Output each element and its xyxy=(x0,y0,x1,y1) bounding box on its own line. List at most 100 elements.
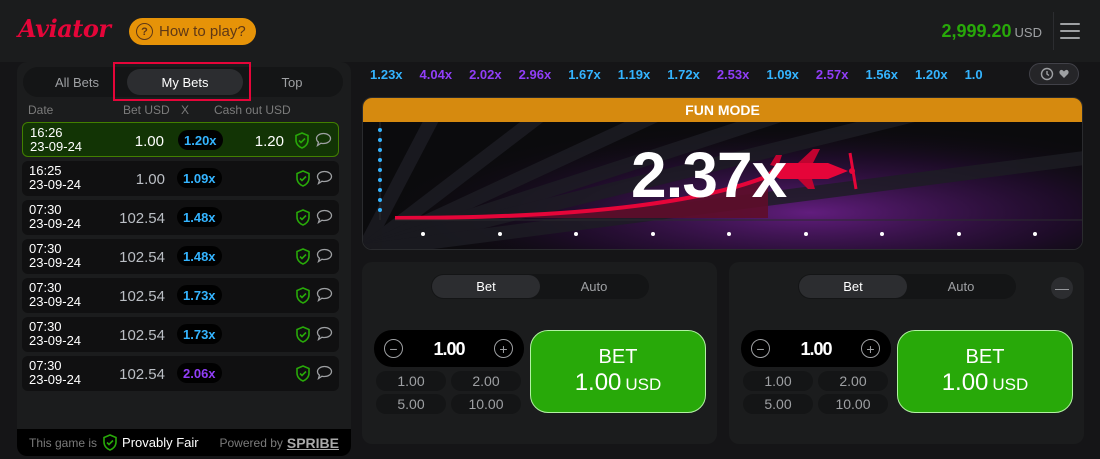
fun-mode-banner: FUN MODE xyxy=(363,98,1082,122)
shield-check-icon[interactable] xyxy=(295,209,311,226)
bet-datetime: 07:30 23-09-24 xyxy=(29,202,82,231)
history-multiplier[interactable]: 2.02x xyxy=(469,62,502,88)
col-bet: Bet USD xyxy=(123,103,170,117)
remove-panel-icon[interactable]: — xyxy=(1051,277,1073,299)
tab-bet[interactable]: Bet xyxy=(432,275,540,298)
amount-stepper: − 1.00 + xyxy=(741,330,891,367)
history-multiplier[interactable]: 1.0 xyxy=(965,62,983,88)
chat-icon[interactable] xyxy=(316,326,333,341)
multiplier-badge: 1.09x xyxy=(177,168,222,188)
game-canvas: FUN MODE 2.37x xyxy=(362,97,1083,250)
bet-datetime: 07:30 23-09-24 xyxy=(29,358,82,387)
bet-button[interactable]: BET 1.00 USD xyxy=(897,330,1073,413)
history-multiplier[interactable]: 2.96x xyxy=(519,62,552,88)
history-multiplier[interactable]: 1.72x xyxy=(667,62,700,88)
history-multiplier[interactable]: 1.20x xyxy=(915,62,948,88)
panel-footer: This game is Provably Fair Powered by SP… xyxy=(17,429,351,456)
bet-row: 07:30 23-09-24 102.54 1.48x xyxy=(22,200,339,235)
bet-datetime: 07:30 23-09-24 xyxy=(29,319,82,348)
hamburger-menu-icon[interactable] xyxy=(1060,23,1080,39)
spribe-logo[interactable]: SPRIBE xyxy=(287,435,339,451)
quick-amount-2[interactable]: 2.00 xyxy=(818,371,888,391)
bet-row: 16:26 23-09-24 1.00 1.20x 1.20 xyxy=(22,122,339,157)
bet-row: 07:30 23-09-24 102.54 1.73x xyxy=(22,317,339,352)
chat-icon[interactable] xyxy=(316,248,333,263)
tab-auto[interactable]: Auto xyxy=(907,275,1015,298)
shield-check-icon[interactable] xyxy=(295,365,311,382)
history-multiplier[interactable]: 1.67x xyxy=(568,62,601,88)
aviator-logo[interactable]: Aviator xyxy=(18,14,111,43)
bet-panel-tabs: Bet Auto xyxy=(798,274,1016,299)
tab-top[interactable]: Top xyxy=(243,69,341,95)
history-multiplier[interactable]: 2.53x xyxy=(717,62,750,88)
bet-panel-1: Bet Auto − 1.00 + 1.00 2.00 5.00 10.00 B… xyxy=(362,262,717,444)
quick-amount-1[interactable]: 1.00 xyxy=(743,371,813,391)
col-cashout: Cash out USD xyxy=(214,103,291,117)
bet-button-amount-line: 1.00 USD xyxy=(575,369,662,397)
history-toggle-button[interactable] xyxy=(1029,63,1079,85)
history-multiplier[interactable]: 1.19x xyxy=(618,62,651,88)
cashout-amount: 1.20 xyxy=(254,133,284,150)
history-multiplier[interactable]: 1.09x xyxy=(766,62,799,88)
bet-button-label: BET xyxy=(598,346,638,368)
minus-icon[interactable]: − xyxy=(751,339,770,358)
bet-row: 07:30 23-09-24 102.54 2.06x xyxy=(22,356,339,391)
shield-check-icon[interactable] xyxy=(295,287,311,304)
history-multiplier[interactable]: 1.56x xyxy=(865,62,898,88)
bet-amount-input[interactable]: 1.00 xyxy=(781,339,851,360)
balance-amount: 2,999.20 xyxy=(941,21,1012,41)
chat-icon[interactable] xyxy=(316,287,333,302)
quick-amount-1[interactable]: 1.00 xyxy=(376,371,446,391)
quick-amount-10[interactable]: 10.00 xyxy=(818,394,888,414)
bet-amount: 102.54 xyxy=(119,327,165,344)
bet-button-currency: USD xyxy=(625,375,662,394)
multiplier-badge: 1.48x xyxy=(177,246,222,266)
quick-amount-5[interactable]: 5.00 xyxy=(376,394,446,414)
chat-icon[interactable] xyxy=(316,209,333,224)
quick-amount-2[interactable]: 2.00 xyxy=(451,371,521,391)
chat-icon[interactable] xyxy=(315,132,332,147)
tab-auto[interactable]: Auto xyxy=(540,275,648,298)
shield-check-icon[interactable] xyxy=(295,326,311,343)
bet-datetime: 16:25 23-09-24 xyxy=(29,163,82,192)
bet-button-currency: USD xyxy=(992,375,1029,394)
plus-icon[interactable]: + xyxy=(861,339,880,358)
multiplier-badge: 2.06x xyxy=(177,363,222,383)
bets-list: 16:26 23-09-24 1.00 1.20x 1.20 16:25 23-09-24 1… xyxy=(22,122,339,395)
bet-button-amount-line: 1.00 USD xyxy=(942,369,1029,397)
bet-amount: 1.00 xyxy=(134,133,164,150)
bets-panel: All Bets My Bets Top Date Bet USD X Cash… xyxy=(17,62,351,456)
bet-row: 07:30 23-09-24 102.54 1.48x xyxy=(22,239,339,274)
chat-icon[interactable] xyxy=(316,365,333,380)
quick-amount-5[interactable]: 5.00 xyxy=(743,394,813,414)
bet-button-amount: 1.00 xyxy=(941,369,989,396)
provably-fair-link[interactable]: Provably Fair xyxy=(122,435,199,450)
bet-amount: 102.54 xyxy=(119,249,165,266)
bet-amount: 102.54 xyxy=(119,210,165,227)
shield-check-icon[interactable] xyxy=(295,248,311,265)
chat-icon[interactable] xyxy=(316,170,333,185)
bet-row: 16:25 23-09-24 1.00 1.09x xyxy=(22,161,339,196)
shield-check-icon[interactable] xyxy=(295,170,311,187)
amount-stepper: − 1.00 + xyxy=(374,330,524,367)
history-multiplier[interactable]: 2.57x xyxy=(816,62,849,88)
bet-amount-input[interactable]: 1.00 xyxy=(414,339,484,360)
tab-all-bets[interactable]: All Bets xyxy=(27,69,127,95)
multiplier-badge: 1.48x xyxy=(177,207,222,227)
bet-amount: 102.54 xyxy=(119,366,165,383)
history-multiplier[interactable]: 4.04x xyxy=(420,62,453,88)
plus-icon[interactable]: + xyxy=(494,339,513,358)
history-multiplier[interactable]: 1.23x xyxy=(370,62,403,88)
tab-bet[interactable]: Bet xyxy=(799,275,907,298)
bet-amount: 1.00 xyxy=(135,171,165,188)
minus-icon[interactable]: − xyxy=(384,339,403,358)
divider xyxy=(1053,12,1054,50)
heart-icon xyxy=(1058,69,1069,78)
bet-button[interactable]: BET 1.00 USD xyxy=(530,330,706,413)
highlight-box xyxy=(113,62,251,101)
shield-check-icon[interactable] xyxy=(294,132,310,149)
quick-amount-10[interactable]: 10.00 xyxy=(451,394,521,414)
shield-icon xyxy=(103,434,117,451)
how-to-play-button[interactable]: ? How to play? xyxy=(129,18,256,45)
bet-row: 07:30 23-09-24 102.54 1.73x xyxy=(22,278,339,313)
